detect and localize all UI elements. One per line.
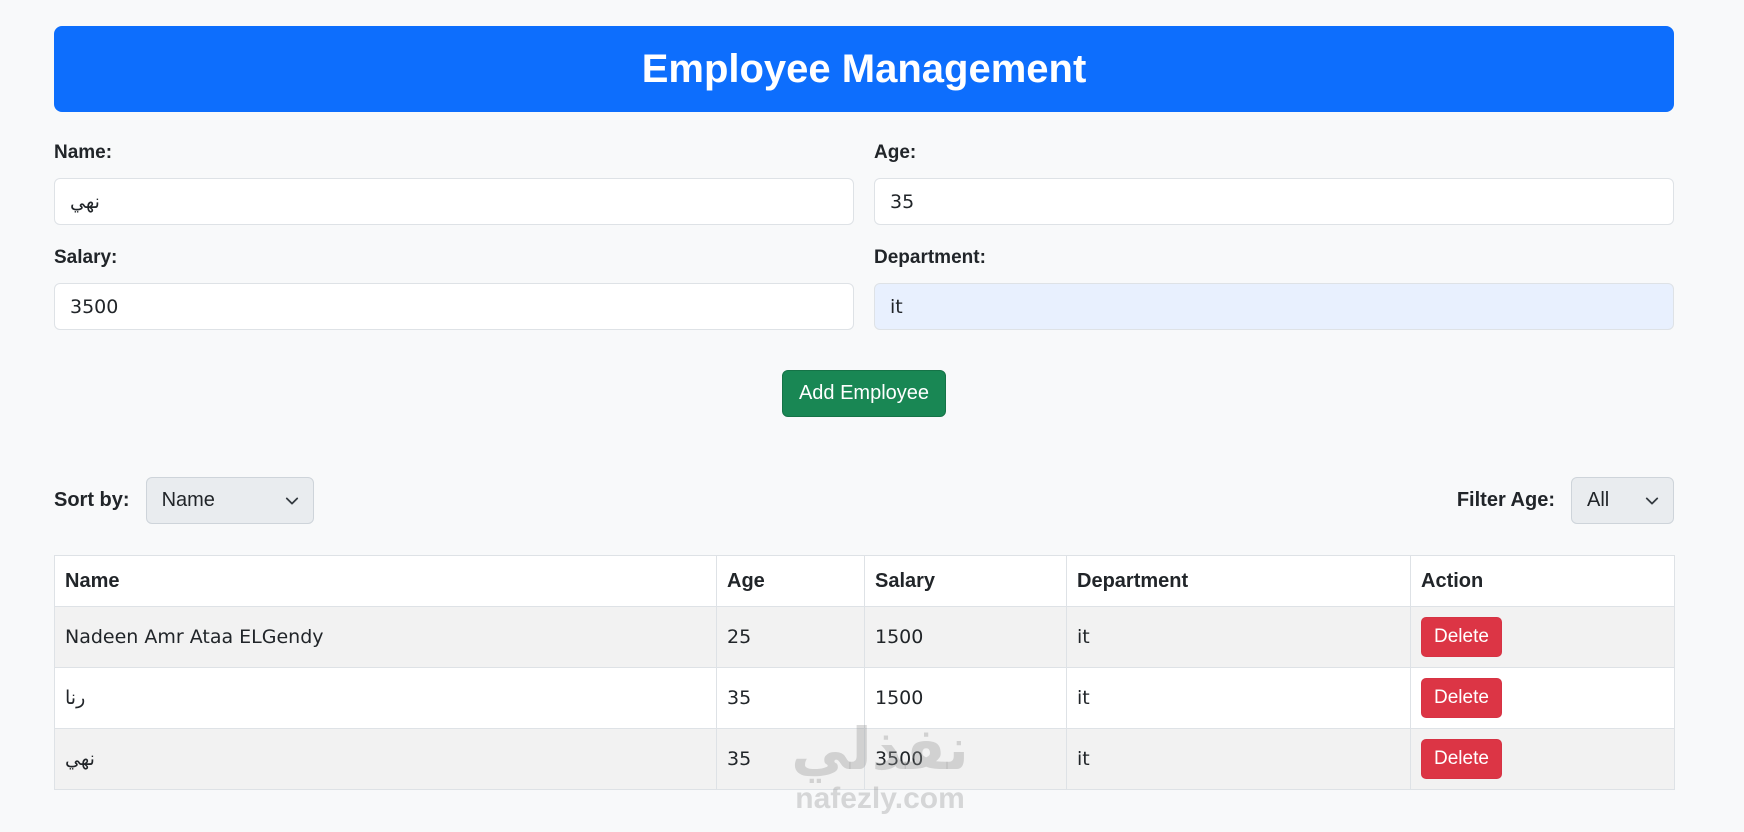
filter-control: Filter Age: All	[1457, 477, 1674, 524]
age-field-group: Age: 35	[874, 142, 1674, 225]
cell-age: 35	[716, 667, 865, 729]
column-header-name: Name	[54, 555, 717, 607]
page-header: Employee Management	[54, 26, 1674, 112]
table-row: نهي 35 3500 it Delete	[54, 728, 1675, 790]
employee-table: Name Age Salary Department Action Nadeen…	[54, 555, 1675, 790]
age-input[interactable]: 35	[874, 178, 1674, 225]
department-input[interactable]: it	[874, 283, 1674, 330]
age-label: Age:	[874, 142, 917, 163]
cell-name: نهي	[54, 728, 717, 790]
delete-button[interactable]: Delete	[1421, 678, 1502, 718]
delete-button[interactable]: Delete	[1421, 617, 1502, 657]
chevron-down-icon	[285, 497, 298, 504]
cell-department: it	[1066, 606, 1411, 668]
sort-select[interactable]: Name	[145, 477, 314, 524]
table-controls: Sort by: Name Filter Age: All	[54, 477, 1674, 524]
cell-salary: 1500	[864, 667, 1067, 729]
filter-age-label: Filter Age:	[1456, 489, 1555, 511]
table-row: رنا 35 1500 it Delete	[54, 667, 1675, 729]
name-field-group: Name: نهي	[54, 142, 854, 225]
add-employee-button[interactable]: Add Employee	[781, 370, 947, 417]
table-header-row: Name Age Salary Department Action	[54, 555, 1675, 607]
sort-control: Sort by: Name	[54, 477, 314, 524]
table-row: Nadeen Amr Ataa ELGendy 25 1500 it Delet…	[54, 606, 1675, 668]
cell-department: it	[1066, 728, 1411, 790]
sort-label: Sort by:	[54, 489, 130, 511]
cell-age: 35	[716, 728, 865, 790]
cell-age: 25	[716, 606, 865, 668]
salary-label: Salary:	[54, 247, 118, 268]
cell-department: it	[1066, 667, 1411, 729]
cell-action: Delete	[1410, 667, 1675, 729]
add-button-row: Add Employee	[54, 370, 1674, 417]
cell-salary: 1500	[864, 606, 1067, 668]
cell-salary: 3500	[864, 728, 1067, 790]
column-header-department: Department	[1066, 555, 1411, 607]
sort-select-value: Name	[161, 489, 215, 511]
cell-name: Nadeen Amr Ataa ELGendy	[54, 606, 717, 668]
page-title: Employee Management	[641, 46, 1087, 91]
department-label: Department:	[874, 247, 986, 268]
filter-age-select[interactable]: All	[1571, 477, 1674, 524]
name-label: Name:	[54, 142, 113, 163]
salary-field-group: Salary: 3500	[54, 247, 854, 330]
column-header-salary: Salary	[864, 555, 1067, 607]
cell-action: Delete	[1410, 728, 1675, 790]
salary-input[interactable]: 3500	[54, 283, 854, 330]
column-header-action: Action	[1410, 555, 1675, 607]
name-input[interactable]: نهي	[54, 178, 854, 225]
delete-button[interactable]: Delete	[1421, 739, 1502, 779]
chevron-down-icon	[1645, 497, 1659, 504]
filter-select-value: All	[1587, 489, 1610, 511]
cell-action: Delete	[1410, 606, 1675, 668]
department-field-group: Department: it	[874, 247, 1674, 330]
app-container: Employee Management Name: نهي Age: 35 Sa…	[54, 26, 1675, 790]
employee-form: Name: نهي Age: 35 Salary: 3500 Departmen…	[54, 142, 1674, 330]
cell-name: رنا	[54, 667, 717, 729]
column-header-age: Age	[716, 555, 865, 607]
